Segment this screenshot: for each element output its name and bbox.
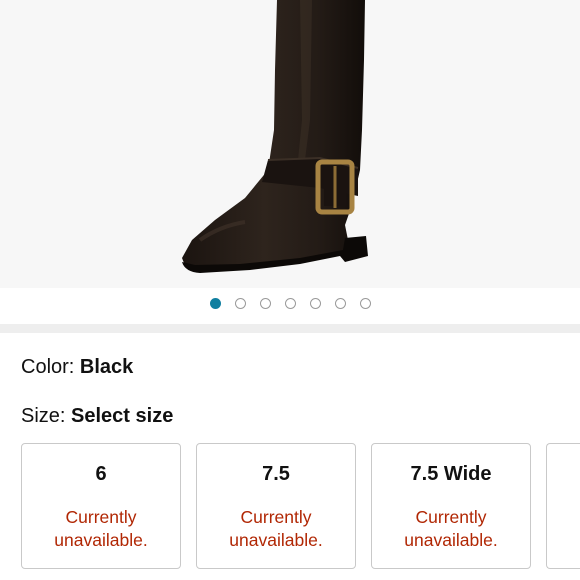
product-page: Color: Black Size: Select size 6 Current…: [0, 0, 580, 580]
status-line-1: Currently: [240, 507, 312, 527]
status-line-1: Currently: [415, 507, 487, 527]
gallery-dot-7[interactable]: [359, 298, 371, 309]
size-option-partial[interactable]: [546, 443, 580, 569]
gallery-dot-3[interactable]: [259, 298, 271, 309]
gallery-dot-4[interactable]: [284, 298, 296, 309]
size-value: Select size: [71, 405, 174, 427]
status-line-1: Currently: [65, 507, 137, 527]
size-option-value: 7.5 Wide: [410, 463, 492, 485]
size-selection: Size: Select size: [21, 405, 173, 428]
gallery-dot-6[interactable]: [334, 298, 346, 309]
section-divider: [0, 324, 580, 333]
color-label: Color:: [21, 356, 80, 378]
size-option-value: 7.5: [262, 463, 290, 485]
gallery-pagination[interactable]: [0, 298, 580, 312]
size-option-value: 6: [95, 463, 107, 485]
size-option-status: Currently unavailable.: [197, 506, 355, 552]
boot-image: [182, 0, 368, 273]
status-line-2: unavailable.: [54, 530, 148, 550]
size-option-7-5[interactable]: 7.5 Currently unavailable.: [196, 443, 356, 569]
size-option-6[interactable]: 6 Currently unavailable.: [21, 443, 181, 569]
color-selection: Color: Black: [21, 356, 133, 379]
gallery-dot-2[interactable]: [234, 298, 246, 309]
status-line-2: unavailable.: [404, 530, 498, 550]
gallery-dot-1[interactable]: [209, 298, 221, 309]
color-value: Black: [79, 356, 134, 378]
size-option-7-5-wide[interactable]: 7.5 Wide Currently unavailable.: [371, 443, 531, 569]
size-label: Size:: [21, 405, 72, 427]
status-line-2: unavailable.: [229, 530, 323, 550]
size-options: 6 Currently unavailable. 7.5 Currently u…: [21, 443, 580, 571]
size-option-status: Currently unavailable.: [22, 506, 180, 552]
product-image-gallery[interactable]: [0, 0, 580, 288]
gallery-dot-5[interactable]: [309, 298, 321, 309]
size-option-status: Currently unavailable.: [372, 506, 530, 552]
